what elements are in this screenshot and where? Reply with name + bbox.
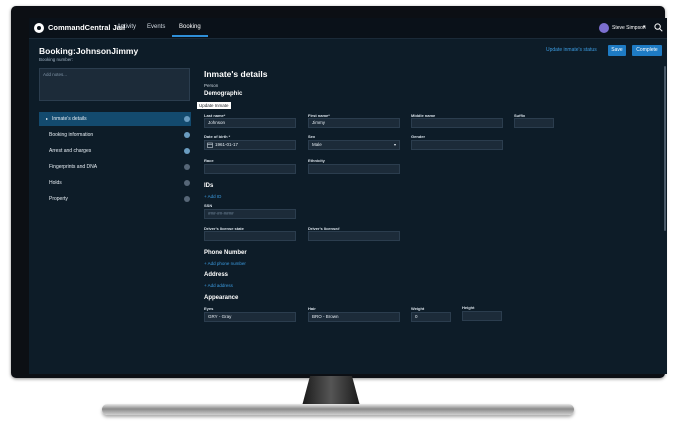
top-nav-bar: CommandCentral Jail Activity Events Book… [29, 18, 667, 39]
race-field[interactable] [204, 164, 296, 174]
tab-booking[interactable]: Booking [179, 24, 201, 30]
last-name-field[interactable]: Johnson [204, 118, 296, 128]
add-address-link[interactable]: + Add address [204, 283, 233, 288]
add-id-link[interactable]: + Add ID [204, 194, 221, 199]
status-dot-icon [184, 116, 190, 122]
height-label: Height [462, 305, 475, 310]
caret-right-icon: ▸ [46, 116, 49, 121]
user-name[interactable]: Steve Simpson [612, 25, 646, 31]
logo-icon [34, 23, 44, 33]
complete-button[interactable]: Complete [632, 45, 662, 56]
ssn-label: SSN [204, 203, 213, 208]
gender-field[interactable] [411, 140, 503, 150]
sex-select[interactable]: Male ▾ [308, 140, 400, 150]
sidebar-item-holds[interactable]: Holds [39, 176, 191, 190]
add-phone-link[interactable]: + Add phone number [204, 261, 246, 266]
sidebar-item-label: Arrest and charges [49, 148, 92, 154]
status-dot-icon [184, 148, 190, 154]
sidebar-item-label: Holds [49, 180, 62, 186]
gender-label: Gender [411, 134, 426, 139]
demographic-heading: Demographic [204, 91, 243, 97]
sidebar-item-label: Inmate's details [52, 116, 87, 122]
tab-activity[interactable]: Activity [117, 24, 136, 30]
sex-label: Sex [308, 134, 316, 139]
race-label: Race [204, 158, 214, 163]
sidebar-item-arrest-and-charges[interactable]: Arrest and charges [39, 144, 191, 158]
eyes-label: Eyes [204, 306, 214, 311]
eyes-select[interactable]: GRY - Gray [204, 312, 296, 322]
tab-events[interactable]: Events [147, 24, 165, 30]
chevron-down-icon[interactable]: ▾ [643, 24, 646, 30]
dob-field[interactable]: 1961-01-17 [204, 140, 296, 150]
sidebar-item-label: Property [49, 196, 68, 202]
ethnicity-field[interactable] [308, 164, 400, 174]
save-button[interactable]: Save [608, 45, 626, 56]
booking-number-label: Booking number: [39, 57, 74, 62]
status-dot-icon [184, 164, 190, 170]
status-dot-icon [184, 132, 190, 138]
ids-heading: IDs [204, 183, 214, 189]
avatar[interactable] [599, 23, 609, 33]
middle-name-field[interactable] [411, 118, 503, 128]
app-name: CommandCentral Jail [48, 23, 126, 32]
license-number-field[interactable] [308, 231, 400, 241]
monitor-stand-neck [302, 376, 360, 406]
dob-label: Date of birth * [204, 134, 231, 139]
calendar-icon[interactable] [207, 142, 213, 148]
height-field[interactable] [462, 311, 502, 321]
weight-field[interactable]: 0 [411, 312, 451, 322]
license-state-field[interactable] [204, 231, 296, 241]
notes-textarea[interactable]: Add notes... [39, 68, 190, 101]
update-inmate-tooltip: Update Inmate [197, 102, 231, 109]
notes-placeholder: Add notes... [43, 72, 68, 77]
sidebar-item-label: Booking information [49, 132, 94, 138]
first-name-field[interactable]: Jimmy [308, 118, 400, 128]
dropdown-chevron-icon: ▾ [393, 142, 396, 147]
hair-label: Hair [308, 306, 316, 311]
suffix-field[interactable] [514, 118, 554, 128]
monitor-bezel: CommandCentral Jail Activity Events Book… [11, 6, 667, 378]
person-label: Person [204, 83, 219, 88]
ssn-field[interactable]: ###-##-#### [204, 209, 296, 219]
update-status-button[interactable]: Update inmate's status [546, 47, 597, 53]
hair-select[interactable]: BRO - Brown [308, 312, 400, 322]
ethnicity-label: Ethnicity [308, 158, 325, 163]
sidebar-item-property[interactable]: Property [39, 192, 191, 206]
status-dot-icon [184, 196, 190, 202]
active-tab-indicator [172, 35, 208, 37]
scrollbar[interactable] [664, 66, 666, 231]
appearance-heading: Appearance [204, 295, 239, 301]
status-dot-icon [184, 180, 190, 186]
sidebar-item-fingerprints[interactable]: Fingerprints and DNA [39, 160, 191, 174]
sidebar-item-label: Fingerprints and DNA [49, 164, 98, 170]
sidebar-item-inmates-details[interactable]: ▸ Inmate's details [39, 112, 191, 126]
monitor-stand-base [102, 404, 574, 415]
page-title: Booking:JohnsonJimmy [39, 46, 139, 56]
phone-heading: Phone Number [204, 250, 247, 256]
search-icon[interactable] [654, 23, 663, 32]
address-heading: Address [204, 272, 229, 278]
section-title: Inmate's details [204, 69, 268, 79]
sidebar-item-booking-information[interactable]: Booking information [39, 128, 191, 142]
app-screen: CommandCentral Jail Activity Events Book… [29, 18, 667, 374]
weight-label: Weight [411, 306, 425, 311]
